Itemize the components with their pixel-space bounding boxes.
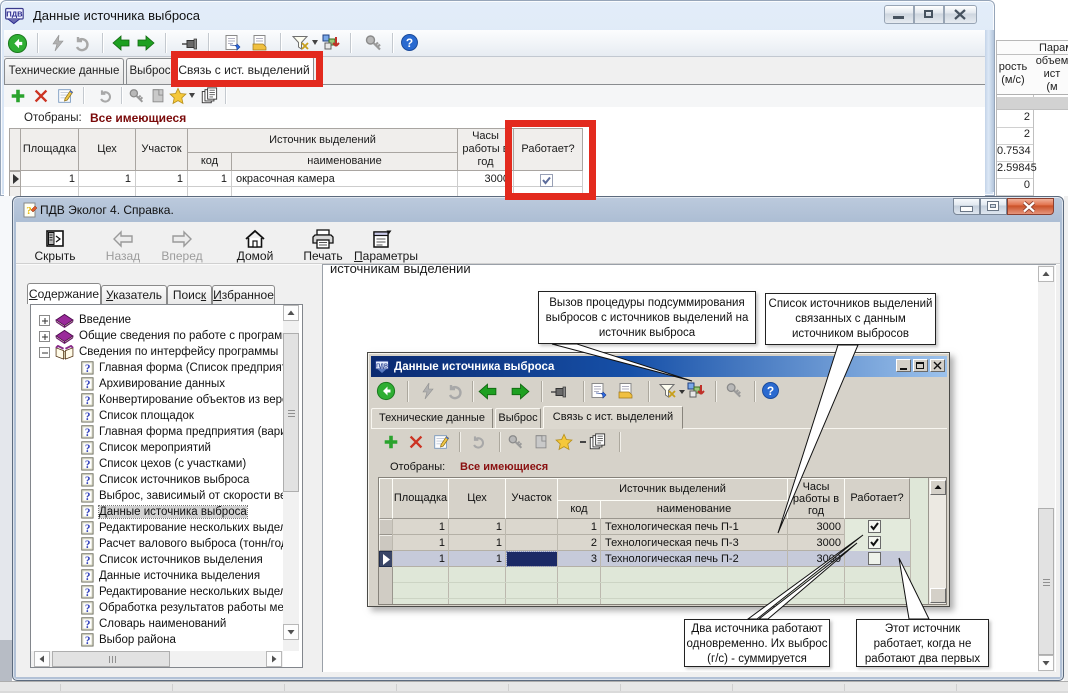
svg-text:ПДВ: ПДВ [6, 10, 23, 19]
svg-text:?: ? [26, 205, 32, 217]
